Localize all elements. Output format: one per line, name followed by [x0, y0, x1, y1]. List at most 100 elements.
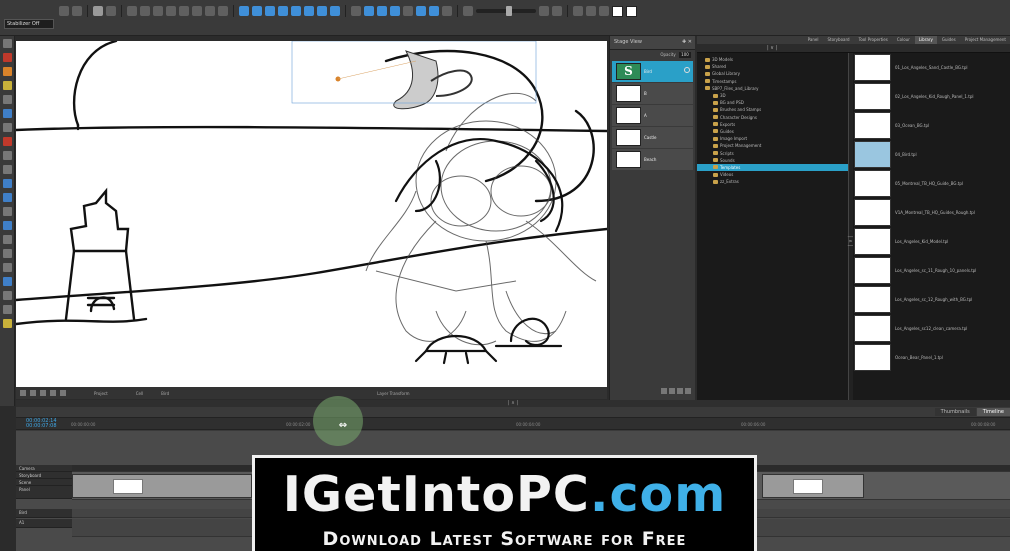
- pencil-tool-icon[interactable]: [2, 81, 12, 90]
- settings-icon[interactable]: [573, 6, 583, 16]
- tree-item[interactable]: Sounds: [697, 157, 848, 164]
- zoom-in-icon[interactable]: [205, 6, 215, 16]
- tab-library[interactable]: Library: [914, 36, 937, 44]
- tree-item[interactable]: Timestamps: [697, 78, 848, 85]
- tab-panel[interactable]: Panel: [803, 36, 823, 44]
- template-item[interactable]: 05_Montreal_TB_HQ_Guide_BG.tpl: [853, 169, 1010, 198]
- rotate-view-icon[interactable]: [50, 390, 56, 396]
- transform-tool-icon[interactable]: [2, 53, 12, 62]
- add-vector-layer-icon[interactable]: [669, 388, 675, 394]
- new-project-icon[interactable]: [127, 6, 137, 16]
- layer-row[interactable]: Castle: [612, 127, 693, 148]
- template-item[interactable]: 04_Bird.tpl: [853, 140, 1010, 169]
- eyedropper-icon[interactable]: [2, 165, 12, 174]
- tree-item[interactable]: Shared: [697, 63, 848, 70]
- paint-bucket-icon[interactable]: [2, 151, 12, 160]
- layer-menu-icon[interactable]: [685, 388, 691, 394]
- stamp-tool-icon[interactable]: [2, 263, 12, 272]
- panel-clip[interactable]: [72, 474, 252, 498]
- layer-row[interactable]: S Bird: [612, 61, 693, 82]
- pencil-icon[interactable]: [106, 6, 116, 16]
- library-menu-icon[interactable]: | ∨ |: [767, 45, 777, 51]
- trash-icon[interactable]: [2, 291, 12, 300]
- tree-item[interactable]: Global Library: [697, 70, 848, 77]
- layer-tool-icon[interactable]: [2, 277, 12, 286]
- light-tool-icon[interactable]: [2, 319, 12, 328]
- opacity-value[interactable]: 100: [679, 52, 691, 58]
- previous-frame-icon[interactable]: [364, 6, 374, 16]
- tree-item[interactable]: Templates: [697, 163, 848, 171]
- track-label-bird[interactable]: Bird: [16, 509, 72, 518]
- template-item[interactable]: 02_Los_Angeles_Kid_Rough_Panel_1.tpl: [853, 82, 1010, 111]
- tree-item[interactable]: zz_Extras: [697, 178, 848, 185]
- zoom-icon[interactable]: [20, 390, 26, 396]
- tree-item[interactable]: Character Designs: [697, 114, 848, 121]
- layer-row[interactable]: A: [612, 105, 693, 126]
- line-tool-icon[interactable]: [2, 123, 12, 132]
- rotate-tool-icon[interactable]: [2, 235, 12, 244]
- layer-row[interactable]: Beach: [612, 149, 693, 170]
- tab-tool-properties[interactable]: Tool Properties: [854, 36, 892, 44]
- tree-item[interactable]: Guides: [697, 128, 848, 135]
- tab-thumbnails[interactable]: Thumbnails: [934, 408, 976, 416]
- track-label-audio[interactable]: A1: [16, 519, 72, 528]
- color-swatch-secondary[interactable]: [626, 5, 637, 17]
- brush-tool-icon[interactable]: [2, 67, 12, 76]
- track-label-camera[interactable]: Camera: [16, 465, 72, 472]
- stage-view[interactable]: [16, 41, 607, 387]
- undo-icon[interactable]: [59, 6, 69, 16]
- tab-timeline[interactable]: Timeline: [976, 408, 1010, 416]
- next-frame-icon[interactable]: [390, 6, 400, 16]
- save-icon[interactable]: [153, 6, 163, 16]
- add-layer-icon[interactable]: [661, 388, 667, 394]
- sound-icon[interactable]: [429, 6, 439, 16]
- play-icon[interactable]: [377, 6, 387, 16]
- shape-tool-icon[interactable]: [2, 109, 12, 118]
- scene-icon[interactable]: [317, 6, 327, 16]
- track-label-storyboard[interactable]: Storyboard: [16, 472, 72, 479]
- 3d-icon[interactable]: [239, 6, 249, 16]
- tree-item[interactable]: SBP7_Files_and_Library: [697, 85, 848, 92]
- grid-icon[interactable]: [599, 6, 609, 16]
- select-tool-icon[interactable]: [2, 39, 12, 48]
- open-project-icon[interactable]: [140, 6, 150, 16]
- cutter-tool-icon[interactable]: [2, 179, 12, 188]
- last-frame-icon[interactable]: [403, 6, 413, 16]
- panel-delete-icon[interactable]: [278, 6, 288, 16]
- panel-duplicate-icon[interactable]: [265, 6, 275, 16]
- tab-guides[interactable]: Guides: [937, 36, 960, 44]
- tab-storyboard[interactable]: Storyboard: [823, 36, 854, 44]
- hand-tool-icon[interactable]: [2, 207, 12, 216]
- tree-item[interactable]: 3D Models: [697, 56, 848, 63]
- layer-visibility-icon[interactable]: [684, 67, 690, 73]
- brush-size-slider[interactable]: [476, 6, 536, 16]
- delete-layer-icon[interactable]: [677, 388, 683, 394]
- fit-icon[interactable]: [30, 390, 36, 396]
- zoom-out-icon[interactable]: [218, 6, 228, 16]
- template-item[interactable]: Los_Angeles_Kid_Model.tpl: [853, 227, 1010, 256]
- panel-splitter[interactable]: | ∧ |: [16, 400, 1010, 407]
- redo-icon[interactable]: [72, 6, 82, 16]
- tree-item[interactable]: Videos: [697, 171, 848, 178]
- tree-item[interactable]: BG and PSD: [697, 99, 848, 106]
- tab-colour[interactable]: Colour: [892, 36, 914, 44]
- reposition-tool-icon[interactable]: [2, 249, 12, 258]
- template-item[interactable]: 03_Ocean_BG.tpl: [853, 111, 1010, 140]
- panel-menu-icon[interactable]: ✚ ✕: [682, 39, 692, 45]
- tree-item[interactable]: Brushes and Stamps: [697, 106, 848, 113]
- text-tool-icon[interactable]: [2, 95, 12, 104]
- eraser-icon[interactable]: [552, 6, 562, 16]
- stabilizer-dropdown[interactable]: Stabilizer Off: [4, 19, 54, 29]
- copy-icon[interactable]: [179, 6, 189, 16]
- layer-delete-icon[interactable]: [304, 6, 314, 16]
- timeline-ruler[interactable]: 00:00:02:14 00:00:07:08 00:00:00:00 00:0…: [16, 417, 1010, 430]
- tree-item[interactable]: Project Management: [697, 142, 848, 149]
- color-icon[interactable]: [463, 6, 473, 16]
- eraser-tool-icon[interactable]: [2, 137, 12, 146]
- panel-add-icon[interactable]: [252, 6, 262, 16]
- camera-tool-icon[interactable]: [2, 193, 12, 202]
- color-swatch-primary[interactable]: [612, 5, 623, 17]
- onion-skin-icon[interactable]: [442, 6, 452, 16]
- camera-icon[interactable]: [330, 6, 340, 16]
- brush-icon[interactable]: [93, 6, 103, 16]
